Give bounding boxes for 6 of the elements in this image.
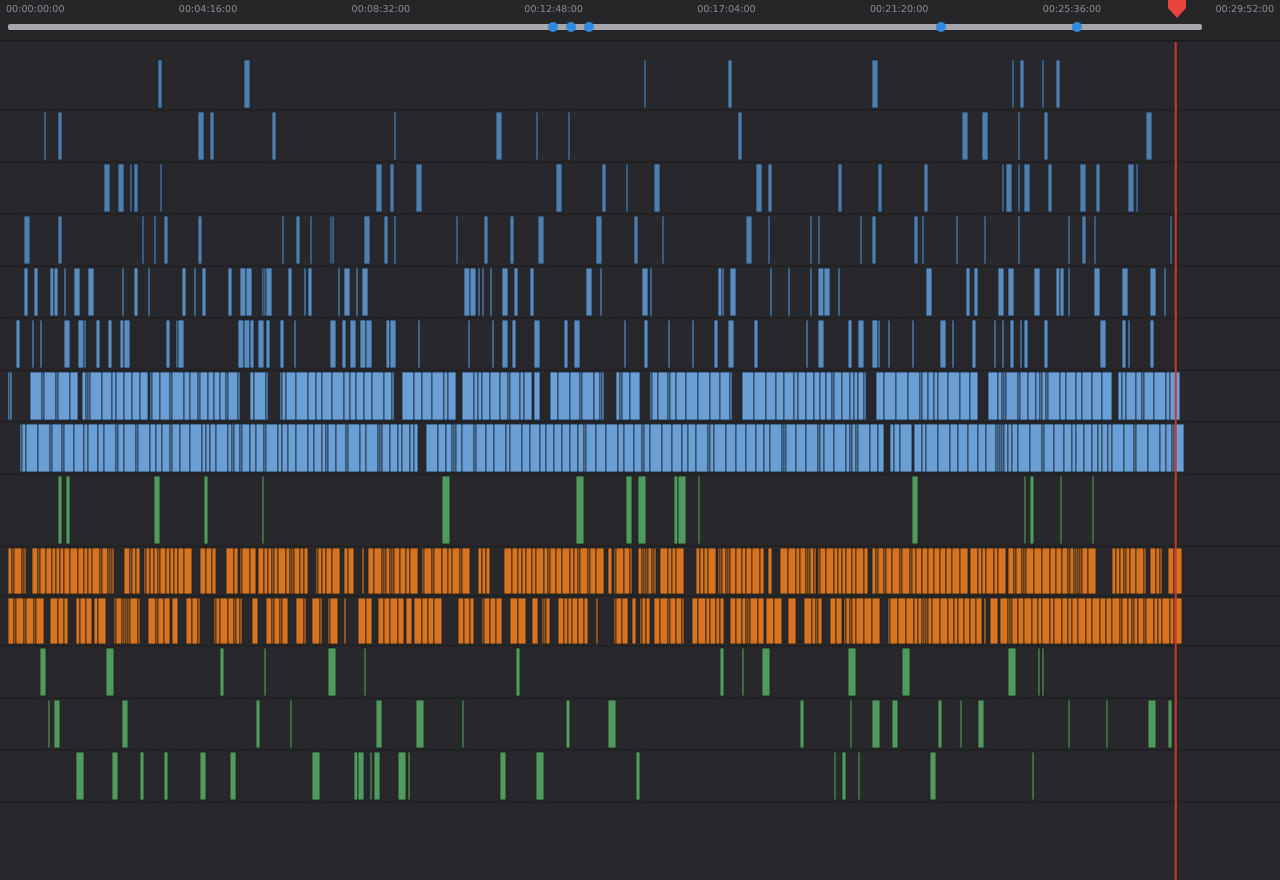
marker[interactable] bbox=[935, 22, 946, 32]
marker[interactable] bbox=[547, 22, 558, 32]
marker[interactable] bbox=[583, 22, 594, 32]
playhead-icon[interactable] bbox=[1167, 0, 1186, 18]
marker[interactable] bbox=[1072, 22, 1083, 32]
marker[interactable] bbox=[565, 22, 576, 32]
